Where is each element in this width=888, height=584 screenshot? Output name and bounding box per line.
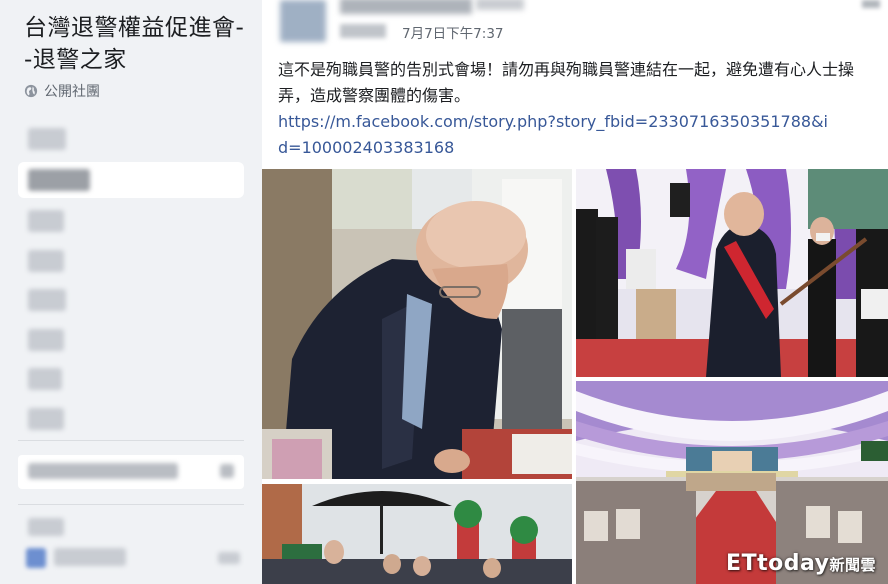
- post-card: 7月7日下午7:37 這不是殉職員警的告別式會場！請勿再與殉職員警連結在一起，避…: [262, 0, 888, 584]
- sidebar-item-blurred[interactable]: [28, 128, 66, 150]
- sidebar-item-blurred[interactable]: [28, 289, 66, 311]
- sidebar-item-blurred[interactable]: [28, 368, 62, 390]
- shortcut-icon[interactable]: [26, 548, 46, 568]
- sidebar-item-blurred[interactable]: [28, 210, 64, 232]
- photo-sash[interactable]: [576, 169, 888, 377]
- post-message: 這不是殉職員警的告別式會場！請勿再與殉職員警連結在一起，避免遭有心人士操弄，造成…: [278, 60, 855, 105]
- group-name[interactable]: 台灣退警權益促進會--退警之家: [24, 12, 252, 76]
- globe-icon: [24, 84, 38, 98]
- sidebar-item-blurred[interactable]: [28, 408, 64, 430]
- group-sidebar: 台灣退警權益促進會--退警之家 公開社團: [0, 0, 262, 584]
- post-timestamp[interactable]: 7月7日下午7:37: [402, 22, 504, 42]
- search-placeholder-blurred: [28, 463, 178, 479]
- shortcuts-heading-blurred: [28, 518, 64, 536]
- ettoday-watermark: ETtoday新聞雲: [726, 551, 876, 576]
- group-search-input[interactable]: [18, 455, 244, 489]
- post-link[interactable]: https://m.facebook.com/story.php?story_f…: [278, 109, 838, 161]
- sidebar-item-active[interactable]: [18, 162, 244, 198]
- divider: [18, 440, 244, 441]
- search-icon[interactable]: [220, 464, 234, 478]
- divider: [18, 504, 244, 505]
- group-privacy: 公開社團: [24, 80, 100, 102]
- post-body: 這不是殉職員警的告別式會場！請勿再與殉職員警連結在一起，避免遭有心人士操弄，造成…: [278, 57, 878, 161]
- photo-memorial-hall[interactable]: ETtoday新聞雲: [576, 381, 888, 584]
- author-avatar[interactable]: [280, 0, 326, 42]
- shortcut-count-blurred: [218, 552, 240, 564]
- privacy-label: 公開社團: [44, 84, 100, 100]
- photo-signing[interactable]: [262, 169, 572, 479]
- more-options-icon[interactable]: [862, 0, 880, 8]
- shortcut-label-blurred[interactable]: [54, 548, 126, 566]
- author-name-blurred[interactable]: [340, 0, 472, 14]
- author-extra-blurred: [476, 0, 524, 10]
- sidebar-item-blurred[interactable]: [28, 329, 64, 351]
- photo-ceremony-outdoor[interactable]: [262, 484, 572, 584]
- sidebar-item-blurred: [28, 169, 90, 191]
- post-meta-blurred: [340, 24, 386, 38]
- sidebar-item-blurred[interactable]: [28, 250, 64, 272]
